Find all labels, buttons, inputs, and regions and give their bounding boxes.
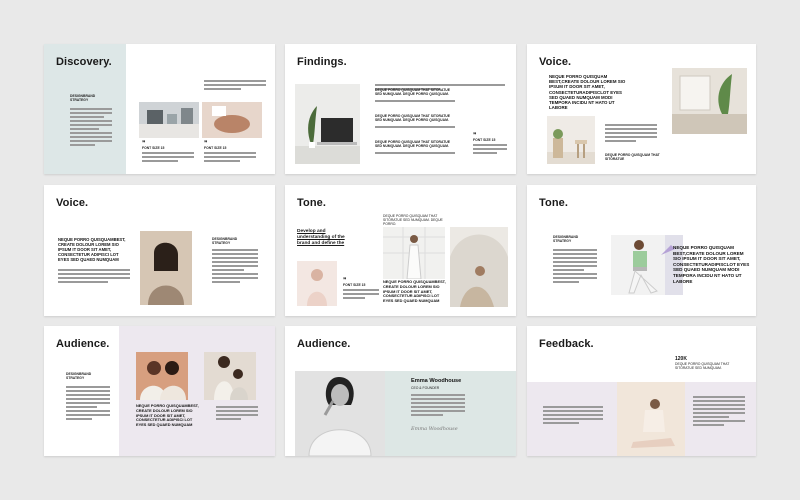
tone-heading: NEQUE PORRO QUISQUAMBEST, CREATE DOLOUR … — [383, 279, 446, 304]
caption-font-size: FONT SIZE 15 — [343, 283, 366, 287]
slide-title: Findings. — [297, 56, 347, 68]
slide-title: Tone. — [297, 197, 327, 209]
photo-interior — [672, 68, 747, 134]
photo-two-women — [136, 352, 188, 400]
section-label: DESIGNBRAND STRATEGY — [212, 237, 238, 246]
photo-laptop-plant — [295, 84, 360, 164]
section-label: DESIGNBRAND STRATEGY — [70, 94, 96, 103]
caption-text — [204, 152, 256, 164]
slide-title: Discovery. — [56, 56, 112, 68]
body-text — [216, 406, 258, 422]
underlined-heading: Develop and understanding of the brand a… — [297, 229, 345, 246]
slide-title: Audience. — [56, 338, 110, 350]
feedback-text — [693, 396, 745, 428]
slide-voice-2[interactable]: Voice. NEQUE PORRO QUISQUAMBEST, CREATE … — [44, 185, 275, 316]
caption-font-size: FONT SIZE 15 — [142, 146, 165, 150]
slide-tone-1[interactable]: Tone. DEQUE PORRO QUISQUAM THAT SITORATU… — [285, 185, 516, 316]
photo-woman-portrait — [140, 231, 192, 305]
voice-heading: NEQUE PORRO QUISQUAMBEST, CREATE DOLOUR … — [58, 237, 126, 262]
section-label: DESIGNBRAND STRATEGY — [553, 235, 579, 244]
photo-mother-daughter — [204, 352, 256, 400]
photo-desk — [139, 102, 199, 138]
caption-text — [473, 144, 507, 156]
stat-subtitle: DEQUE PORRO QUISQUAM THAT SITORATUE SED … — [675, 362, 730, 371]
slide-findings[interactable]: Findings. DEQUE PORRO QUISQUAM THAT SITO… — [285, 44, 516, 174]
body-text — [66, 386, 110, 422]
section-label: DESIGNBRAND STRATEGY — [66, 372, 92, 381]
finding-text — [375, 100, 455, 104]
voice-heading: NEQUE PORRO QUISQUAM BEST,CREATE DOLOUR … — [549, 74, 626, 111]
finding-text — [375, 152, 455, 156]
slide-feedback[interactable]: Feedback. 120K DEQUE PORRO QUISQUAM THAT… — [527, 326, 756, 456]
tone-heading: NEQUE PORRO QUISQUAM BEST,CREATE DOLOUR … — [673, 245, 750, 284]
photo-model-white — [383, 227, 445, 279]
photo-arch — [450, 227, 508, 307]
photo-woman-seated — [617, 382, 685, 456]
photo-room — [547, 116, 595, 164]
slide-title: Tone. — [539, 197, 569, 209]
photo-hands — [202, 102, 262, 138]
slide-title: Audience. — [297, 338, 351, 350]
body-text — [605, 124, 657, 144]
slide-title: Feedback. — [539, 338, 594, 350]
body-text — [553, 249, 597, 285]
finding-heading: DEQUE PORRO QUISQUAM THAT SITORATUE SED … — [375, 88, 450, 97]
body-text — [212, 249, 258, 285]
top-text: DEQUE PORRO QUISQUAM THAT SITORATUE SED … — [383, 214, 443, 227]
caption-font-size: FONT SIZE 15 — [204, 146, 227, 150]
finding-heading: DEQUE PORRO QUISQUAM THAT SITORATUE SED … — [375, 114, 450, 123]
person-role: CEO & FOUNDER — [411, 386, 440, 390]
caption-text — [142, 152, 194, 164]
body-text — [58, 269, 130, 285]
slide-audience-1[interactable]: Audience. DESIGNBRAND STRATEGY NEQUE POR… — [44, 326, 275, 456]
slide-audience-2[interactable]: Audience. Emma Woodhouse CEO & FOUNDER E… — [285, 326, 516, 456]
photo-bw-portrait — [295, 371, 385, 456]
intro-text — [204, 80, 266, 92]
slide-discovery[interactable]: Discovery. DESIGNBRAND STRATEGY ❞ FONT S… — [44, 44, 275, 174]
finding-heading: DEQUE PORRO QUISQUAM THAT SITORATUE SED … — [375, 140, 450, 149]
slide-title: Voice. — [539, 56, 572, 68]
slide-voice-1[interactable]: Voice. NEQUE PORRO QUISQUAM BEST,CREATE … — [527, 44, 756, 174]
feedback-text — [543, 406, 603, 426]
person-name: Emma Woodhouse — [411, 378, 462, 384]
caption-font-size: FONT SIZE 15 — [473, 138, 496, 142]
slide-title: Voice. — [56, 197, 89, 209]
small-heading: DEQUE PORRO QUISQUAM THAT SITORATUE — [605, 153, 660, 162]
slide-tone-2[interactable]: Tone. DESIGNBRAND STRATEGY NEQUE PORRO Q… — [527, 185, 756, 316]
finding-text — [375, 126, 455, 130]
bio-text — [411, 394, 465, 418]
body-text — [70, 108, 112, 148]
audience-heading: NEQUE PORRO QUISQUAMBEST, CREATE DOLOUR … — [136, 403, 199, 428]
caption-text — [343, 289, 379, 301]
photo-model-pink — [297, 261, 337, 306]
signature: Emma Woodhouse — [411, 426, 458, 432]
